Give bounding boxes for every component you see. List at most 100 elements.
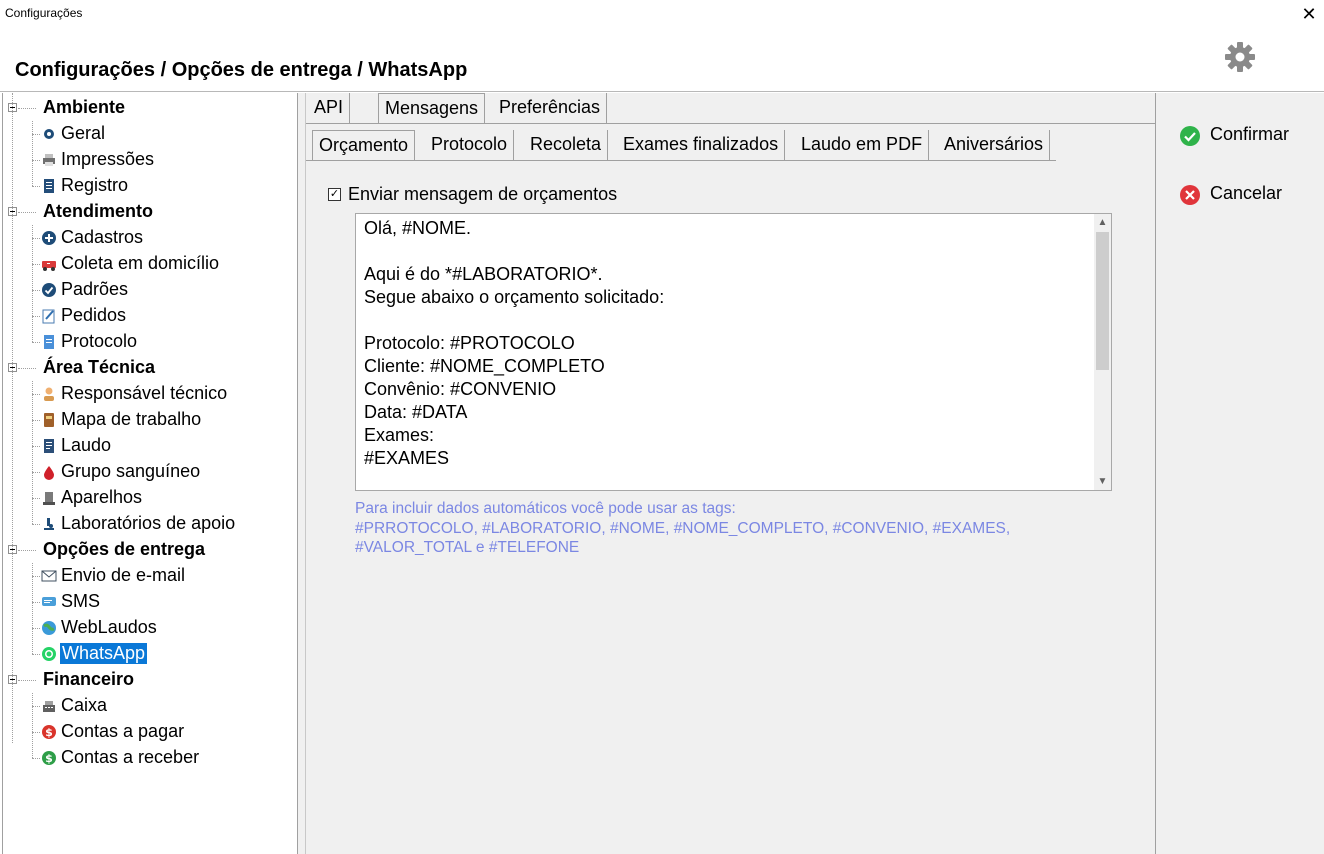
tree-item-label: Padrões: [61, 279, 129, 299]
tree-item[interactable]: Pedidos: [3, 303, 293, 329]
check-circle-green-icon: [1180, 126, 1200, 146]
tree-item-label: Protocolo: [61, 331, 138, 351]
ambulance-icon: [42, 261, 56, 271]
cancel-label: Cancelar: [1210, 183, 1283, 203]
tree-item-label: Envio de e-mail: [61, 565, 186, 585]
splitter[interactable]: [298, 93, 305, 854]
microscope-icon: [44, 518, 54, 530]
tree-item[interactable]: Registro: [3, 173, 293, 199]
page-icon: [44, 335, 54, 349]
window-title: Configurações: [5, 6, 83, 20]
tree-item[interactable]: Aparelhos: [3, 485, 293, 511]
tree-connector: [32, 342, 40, 343]
tab[interactable]: Recoleta: [524, 130, 609, 160]
tree-item[interactable]: Responsável técnico: [3, 381, 293, 407]
tree-item-label: Grupo sanguíneo: [61, 461, 201, 481]
tags-hint-line: #PRROTOCOLO, #LABORATORIO, #NOME, #NOME_…: [355, 519, 1011, 537]
tree-connector: [32, 498, 40, 499]
tree-item-label: Mapa de trabalho: [61, 409, 202, 429]
scroll-down-icon[interactable]: ▼: [1094, 473, 1111, 490]
tab[interactable]: Laudo em PDF: [795, 130, 930, 160]
tree-connector: [32, 693, 33, 758]
close-button[interactable]: ✕: [1294, 0, 1324, 28]
message-text[interactable]: Olá, #NOME. Aqui é do *#LABORATORIO*. Se…: [364, 217, 664, 470]
title-bar: Configurações ✕: [0, 0, 1324, 30]
tree-connector: [18, 212, 36, 213]
tree-connector: [32, 420, 40, 421]
tab[interactable]: Aniversários: [938, 130, 1051, 160]
tree-item[interactable]: Caixa: [3, 693, 293, 719]
tree-item[interactable]: Mapa de trabalho: [3, 407, 293, 433]
tags-hint: Para incluir dados automáticos você pode…: [355, 499, 1010, 558]
tree-item-label: Contas a receber: [61, 747, 200, 767]
tree-item-label: Cadastros: [61, 227, 144, 247]
actions-panel: Confirmar Cancelar: [1155, 93, 1324, 854]
x-circle-red-icon: [1180, 185, 1200, 205]
tree-item[interactable]: WebLaudos: [3, 615, 293, 641]
gear-icon: [1225, 42, 1255, 72]
scroll-up-icon[interactable]: ▲: [1094, 214, 1111, 231]
document-icon: [44, 179, 54, 193]
tree-connector: [12, 93, 13, 743]
tree-group[interactable]: Financeiro: [3, 667, 293, 693]
tree-connector: [32, 758, 40, 759]
device-icon: [43, 492, 55, 505]
tree-group[interactable]: Área Técnica: [3, 355, 293, 381]
tree-item[interactable]: Cadastros: [3, 225, 293, 251]
tree-item[interactable]: WhatsApp: [3, 641, 293, 667]
navigation-tree[interactable]: Ambiente Geral Impressões Registro Atendimen…: [2, 93, 298, 854]
tabs-divider: [306, 123, 1156, 124]
message-editor[interactable]: Olá, #NOME. Aqui é do *#LABORATORIO*. Se…: [355, 213, 1112, 491]
tree-connector: [32, 186, 40, 187]
tab[interactable]: Exames finalizados: [617, 130, 786, 160]
tree-item[interactable]: Coleta em domicílio: [3, 251, 293, 277]
tree-group[interactable]: Opções de entrega: [3, 537, 293, 563]
tree-item[interactable]: SMS: [3, 589, 293, 615]
tree-connector: [32, 238, 40, 239]
tree-item[interactable]: Laboratórios de apoio: [3, 511, 293, 537]
person-icon: [44, 387, 54, 401]
tree-connector: [18, 550, 36, 551]
tree-group-label: Ambiente: [43, 97, 126, 117]
send-budget-checkbox[interactable]: ✓: [328, 188, 341, 201]
tree-connector: [32, 732, 40, 733]
confirm-label: Confirmar: [1210, 124, 1290, 144]
tree-connector: [32, 628, 40, 629]
tags-hint-line: #VALOR_TOTAL e #TELEFONE: [355, 539, 580, 556]
dollar-red-icon: $: [42, 725, 56, 739]
tree-item[interactable]: Impressões: [3, 147, 293, 173]
tree-item[interactable]: Laudo: [3, 433, 293, 459]
tree-item[interactable]: $ Contas a receber: [3, 745, 293, 771]
tree-item[interactable]: Protocolo: [3, 329, 293, 355]
scroll-thumb[interactable]: [1096, 232, 1109, 370]
tree-item-label: WhatsApp: [60, 643, 148, 664]
tree-item[interactable]: Geral: [3, 121, 293, 147]
tree-connector: [18, 368, 36, 369]
tab[interactable]: Preferências: [493, 93, 608, 123]
tree-item[interactable]: Grupo sanguíneo: [3, 459, 293, 485]
tree-item-label: Caixa: [61, 695, 108, 715]
tree-connector: [32, 225, 33, 342]
tab[interactable]: Orçamento: [312, 130, 416, 160]
printer-icon: [43, 154, 55, 166]
tree-group[interactable]: Atendimento: [3, 199, 293, 225]
tree-group[interactable]: Ambiente: [3, 95, 293, 121]
tab[interactable]: Mensagens: [378, 93, 486, 123]
tab[interactable]: Protocolo: [425, 130, 515, 160]
tree-group-label: Área Técnica: [43, 357, 156, 377]
tree-item-label: Impressões: [61, 149, 155, 169]
tree-item-label: Laudo: [61, 435, 112, 455]
tree-connector: [32, 654, 40, 655]
message-scrollbar[interactable]: ▲ ▼: [1094, 214, 1111, 490]
tab[interactable]: API: [308, 93, 351, 123]
tree-item[interactable]: Envio de e-mail: [3, 563, 293, 589]
tree-item-label: Registro: [61, 175, 129, 195]
tree-connector: [32, 290, 40, 291]
gear-icon: [44, 129, 54, 139]
tree-item[interactable]: Padrões: [3, 277, 293, 303]
tree-item-label: Aparelhos: [61, 487, 143, 507]
tree-group-label: Financeiro: [43, 669, 135, 689]
tree-item[interactable]: $ Contas a pagar: [3, 719, 293, 745]
tree-group-label: Opções de entrega: [43, 539, 206, 559]
tree-connector: [32, 446, 40, 447]
